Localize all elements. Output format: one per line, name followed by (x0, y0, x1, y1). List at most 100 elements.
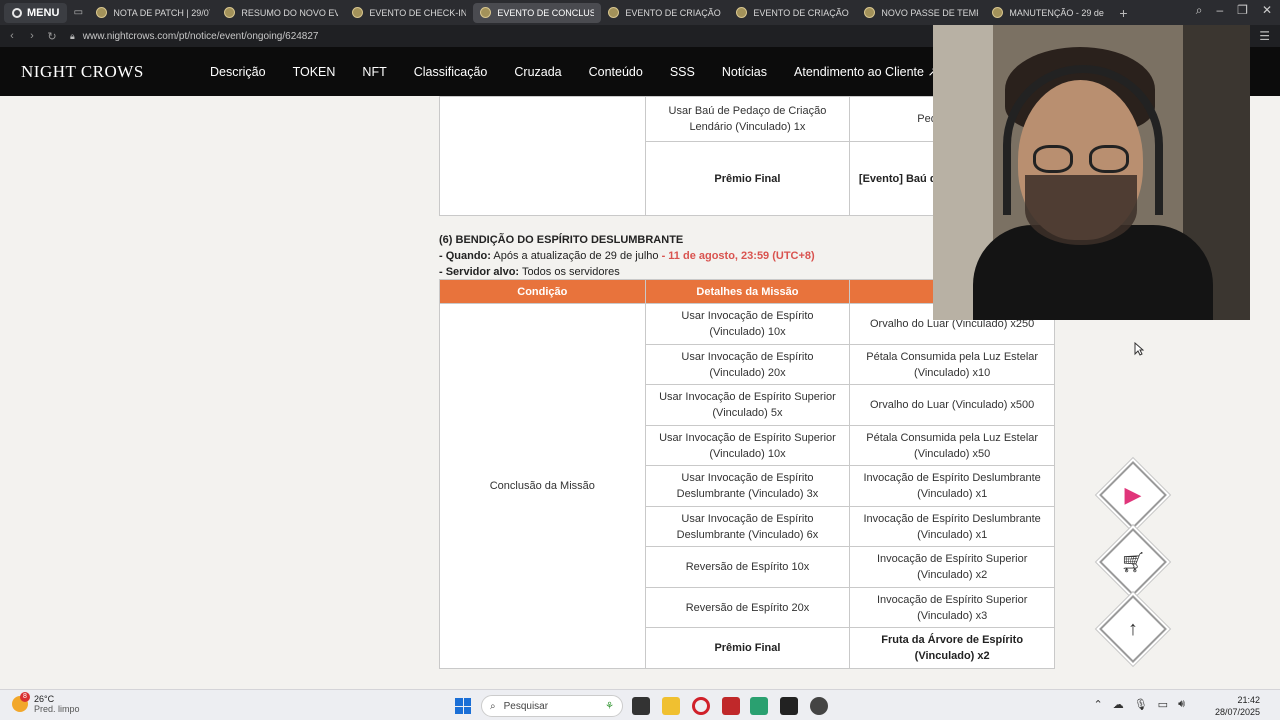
mission-detail-cell: Usar Baú de Pedaço de Criação Lendário (… (644, 96, 851, 142)
nav-token[interactable]: TOKEN (293, 65, 336, 79)
reward-cell: Orvalho do Luar (Vinculado) x500 (849, 384, 1055, 426)
search-icon: ⌕ (490, 700, 496, 712)
pass-shortcut-button[interactable]: ▶ (1099, 461, 1167, 529)
server-text: Todos os servidores (521, 266, 620, 278)
notepad-app-icon[interactable] (750, 697, 768, 715)
mission-detail-cell: Reversão de Espírito 10x (644, 546, 851, 588)
task-view-icon[interactable] (632, 697, 650, 715)
browser-tab[interactable]: NOTA DE PATCH | 29/07/2 (89, 3, 217, 23)
start-button-windows-icon[interactable] (455, 698, 471, 714)
browser-tab[interactable]: NOVO PASSE DE TEMPO (857, 3, 985, 23)
nav-classificacao[interactable]: Classificação (414, 65, 488, 79)
opera-browser-icon[interactable] (692, 697, 710, 715)
when-text: Após a atualização de 29 de julho (493, 250, 659, 262)
search-tabs-icon[interactable]: ⌕ (1196, 3, 1203, 18)
nav-descricao[interactable]: Descrição (210, 65, 266, 79)
weather-widget[interactable]: 8 26°C Pred. limpo (12, 692, 80, 714)
network-icon[interactable]: ▭ (1158, 698, 1168, 711)
tab-islands-icon[interactable]: ▭ (67, 7, 89, 18)
reward-cell: Invocação de Espírito Superior (Vinculad… (849, 546, 1055, 588)
arrow-up-icon: ↑ (1128, 617, 1138, 640)
minimize-icon[interactable]: – (1216, 3, 1223, 18)
nav-atendimento[interactable]: Atendimento ao Cliente ↗ (794, 64, 938, 79)
cart-icon: 🛒︎ (1120, 551, 1146, 574)
obs-app-icon[interactable] (810, 697, 828, 715)
lock-icon[interactable]: 🔒︎ (70, 31, 75, 42)
site-logo[interactable]: NIGHT CROWS (21, 62, 210, 82)
opera-logo-icon (12, 7, 22, 18)
taskbar-clock[interactable]: 21:42 28/07/2025 (1215, 694, 1260, 718)
browser-tab-active[interactable]: EVENTO DE CONCLUSÃ (473, 2, 602, 23)
clock-date: 28/07/2025 (1214, 707, 1260, 717)
windows-taskbar: 8 26°C Pred. limpo ⌕ Pesquisar ⚘ ⌃ ☁ 🎙︎ … (0, 689, 1280, 720)
sidebar-menu-icon[interactable]: ☰ (1259, 29, 1270, 43)
mouse-cursor-icon (1134, 342, 1144, 356)
browser-tab[interactable]: EVENTO DE CRIAÇÃO DE (729, 3, 857, 23)
nav-cruzada[interactable]: Cruzada (514, 65, 561, 79)
taskbar-search-box[interactable]: ⌕ Pesquisar ⚘ (481, 695, 623, 717)
final-prize-label: Prêmio Final (644, 627, 851, 669)
nav-nft[interactable]: NFT (362, 65, 386, 79)
new-tab-plus-icon[interactable]: + (1119, 5, 1127, 21)
volume-icon[interactable]: 🔊︎ (1178, 698, 1185, 711)
crow-favicon-icon (224, 7, 236, 18)
mission-detail-cell: Usar Invocação de Espírito Deslumbrante … (644, 465, 851, 507)
browser-tab-bar: MENU ▭ NOTA DE PATCH | 29/07/2 RESUMO DO… (0, 0, 1280, 25)
mission-table: Condição Detalhes da Missão Re Conclusão… (439, 279, 1055, 669)
url-field[interactable]: www.nightcrows.com/pt/notice/event/ongoi… (83, 31, 319, 42)
window-controls: ⌕ – ❐ ✕ (1196, 3, 1272, 18)
header-mission-details: Detalhes da Missão (644, 279, 851, 304)
forward-arrow-icon[interactable]: › (24, 30, 40, 42)
section-6-info: (6) BENDIÇÃO DO ESPÍRITO DESLUMBRANTE - … (439, 232, 815, 280)
weather-sun-icon: 8 (12, 692, 30, 712)
shop-shortcut-button[interactable]: 🛒︎ (1099, 528, 1167, 596)
mission-detail-cell: Reversão de Espírito 20x (644, 587, 851, 628)
app-icon[interactable] (722, 697, 740, 715)
scroll-to-top-button[interactable]: ↑ (1099, 595, 1167, 663)
mission-detail-cell: Usar Invocação de Espírito Superior (Vin… (644, 425, 851, 466)
clock-time: 21:42 (1237, 695, 1260, 705)
maximize-icon[interactable]: ❐ (1237, 3, 1248, 18)
section-title: (6) BENDIÇÃO DO ESPÍRITO DESLUMBRANTE (439, 234, 684, 246)
headset-icon (1003, 65, 1163, 215)
browser-menu-button[interactable]: MENU (4, 2, 68, 23)
condition-cell (439, 96, 646, 216)
reward-cell: Invocação de Espírito Superior (Vinculad… (849, 587, 1055, 628)
tray-chevron-up-icon[interactable]: ⌃ (1093, 698, 1102, 711)
reward-cell: Invocação de Espírito Deslumbrante (Vinc… (849, 465, 1055, 507)
webcam-overlay (933, 25, 1250, 320)
crow-favicon-icon (608, 7, 620, 18)
browser-tab[interactable]: MANUTENÇÃO - 29 de ju (985, 3, 1113, 23)
browser-tab[interactable]: EVENTO DE CHECK-IN | (345, 3, 473, 23)
back-arrow-icon[interactable]: ‹ (4, 30, 20, 42)
system-tray: ⌃ ☁ 🎙︎ ▭ 🔊︎ (1093, 698, 1185, 711)
reward-cell: Invocação de Espírito Deslumbrante (Vinc… (849, 506, 1055, 547)
weather-condition: Pred. limpo (34, 704, 80, 714)
search-placeholder: Pesquisar (503, 700, 549, 712)
mission-detail-cell: Usar Invocação de Espírito Deslumbrante … (644, 506, 851, 547)
crow-favicon-icon (992, 7, 1004, 18)
pass-logo-icon: ▶ (1124, 482, 1142, 507)
cloud-icon[interactable]: ☁ (1113, 698, 1124, 711)
file-explorer-icon[interactable] (662, 697, 680, 715)
browser-tab[interactable]: RESUMO DO NOVO EVEN (217, 3, 345, 23)
header-condition: Condição (439, 279, 646, 304)
final-prize-label: Prêmio Final (644, 141, 851, 216)
browser-tab[interactable]: EVENTO DE CRIAÇÃO DE (601, 3, 729, 23)
final-prize-reward: Fruta da Árvore de Espírito (Vinculado) … (849, 627, 1055, 669)
close-window-icon[interactable]: ✕ (1262, 3, 1272, 18)
glasses-icon (1033, 145, 1129, 173)
crow-favicon-icon (352, 7, 364, 18)
nav-conteudo[interactable]: Conteúdo (589, 65, 643, 79)
mission-detail-cell: Usar Invocação de Espírito (Vinculado) 1… (644, 303, 851, 345)
microphone-icon[interactable]: 🎙︎ (1134, 698, 1148, 711)
clapper-app-icon[interactable] (780, 697, 798, 715)
crow-favicon-icon (96, 7, 108, 18)
mission-detail-cell: Usar Invocação de Espírito (Vinculado) 2… (644, 344, 851, 385)
crow-favicon-icon (736, 7, 748, 18)
crow-favicon-icon (480, 7, 492, 18)
mission-detail-cell: Usar Invocação de Espírito Superior (Vin… (644, 384, 851, 426)
nav-noticias[interactable]: Notícias (722, 65, 767, 79)
reload-icon[interactable]: ↻ (44, 30, 60, 43)
nav-sss[interactable]: SSS (670, 65, 695, 79)
